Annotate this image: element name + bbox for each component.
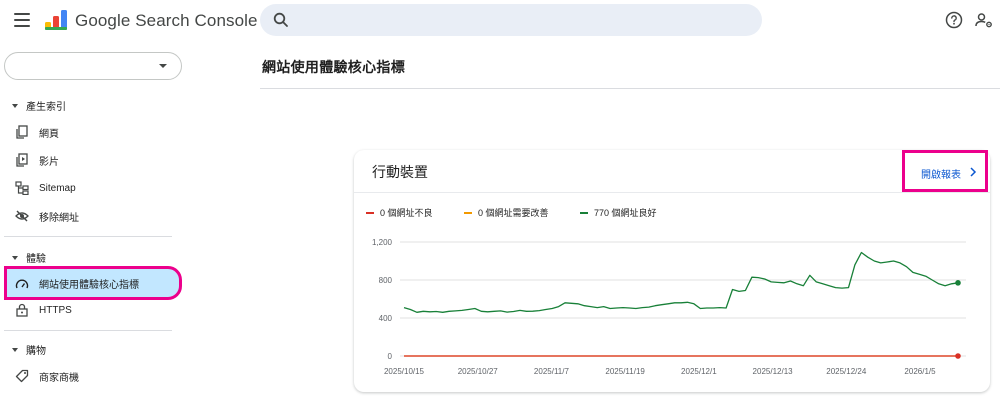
search-console-logo <box>45 10 67 30</box>
card-divider <box>354 192 990 193</box>
page-title: 網站使用體驗核心指標 <box>262 59 405 75</box>
pages-icon <box>16 125 28 139</box>
legend-label: 0 個網址不良 <box>380 208 433 218</box>
sidebar-item-label: Sitemap <box>39 182 76 194</box>
visibility-off-icon <box>15 210 29 222</box>
lock-icon <box>16 303 28 317</box>
y-tick-label: 1,200 <box>372 238 393 247</box>
legend-swatch <box>464 211 472 214</box>
series-end-point-good <box>955 280 961 286</box>
sidebar-item-https[interactable]: HTTPS <box>0 296 182 324</box>
collapse-triangle-icon <box>12 103 18 108</box>
sidebar-item-pages[interactable]: 網頁 <box>0 118 182 146</box>
x-tick-label: 2025/12/13 <box>753 367 794 376</box>
series-end-point-poor <box>955 353 961 359</box>
chevron-right-icon <box>970 167 977 177</box>
legend-item-good[interactable]: 770 個網址良好 <box>580 206 657 219</box>
x-tick-label: 2025/12/24 <box>826 367 867 376</box>
open-report-label: 開啟報表 <box>921 170 961 181</box>
collapse-triangle-icon <box>12 255 18 260</box>
sidebar-item-removals[interactable]: 移除網址 <box>0 202 182 230</box>
section-label: 體驗 <box>26 254 46 265</box>
search-bar[interactable] <box>260 4 762 36</box>
sidebar-item-videos[interactable]: 影片 <box>0 146 182 174</box>
sidebar-item-merchant-opportunities[interactable]: 商家商機 <box>0 362 182 390</box>
legend-label: 0 個網址需要改善 <box>478 208 549 218</box>
search-icon[interactable] <box>272 11 290 29</box>
sidebar-item-label: 影片 <box>39 156 59 168</box>
legend-swatch <box>580 211 588 214</box>
card-title: 行動裝置 <box>372 164 428 180</box>
tag-icon <box>15 369 29 383</box>
sidebar-divider <box>4 330 172 331</box>
help-icon[interactable] <box>944 10 964 30</box>
section-label: 購物 <box>26 346 46 357</box>
legend-label: 770 個網址良好 <box>594 208 657 218</box>
y-tick-label: 400 <box>379 314 393 323</box>
property-selector[interactable] <box>4 52 182 80</box>
section-label: 產生索引 <box>26 102 66 113</box>
legend-swatch <box>366 211 374 214</box>
sidebar-item-sitemap[interactable]: Sitemap <box>0 174 182 202</box>
top-bar: Google Search Console <box>0 0 1000 44</box>
x-tick-label: 2025/11/19 <box>605 367 645 376</box>
sitemap-icon <box>15 181 29 195</box>
app-title: Google Search Console <box>75 11 258 30</box>
x-tick-label: 2025/12/1 <box>681 367 717 376</box>
x-tick-label: 2026/1/5 <box>904 367 936 376</box>
open-report-button[interactable]: 開啟報表 <box>902 150 988 192</box>
menu-icon[interactable] <box>14 13 30 27</box>
sidebar-item-label: HTTPS <box>39 304 72 316</box>
x-tick-label: 2025/10/15 <box>384 367 425 376</box>
sidebar-divider <box>4 236 172 237</box>
dropdown-caret-icon <box>159 64 167 68</box>
speed-gauge-icon <box>15 279 29 289</box>
line-chart: 0 400 800 1,200 2025/10/15 2025/10/27 2025/11/… <box>372 238 966 376</box>
section-experience[interactable]: 體驗 <box>12 250 46 265</box>
section-shopping[interactable]: 購物 <box>12 342 46 357</box>
x-tick-label: 2025/11/7 <box>534 367 570 376</box>
video-pages-icon <box>16 153 28 167</box>
header-divider <box>260 88 1000 89</box>
manage-account-icon[interactable] <box>974 10 994 30</box>
legend-item-needs-improvement[interactable]: 0 個網址需要改善 <box>464 206 549 219</box>
x-tick-label: 2025/10/27 <box>458 367 499 376</box>
legend-item-poor[interactable]: 0 個網址不良 <box>366 206 433 219</box>
section-indexing[interactable]: 產生索引 <box>12 98 66 113</box>
sidebar-item-core-web-vitals[interactable]: 網站使用體驗核心指標 <box>4 266 182 300</box>
search-input[interactable] <box>304 10 744 30</box>
y-tick-label: 800 <box>379 276 393 285</box>
sidebar-item-label: 商家商機 <box>39 372 79 384</box>
sidebar-item-label: 網站使用體驗核心指標 <box>39 279 139 291</box>
series-line-good <box>403 251 959 313</box>
sidebar-item-label: 移除網址 <box>39 212 79 224</box>
sidebar-item-label: 網頁 <box>39 128 59 140</box>
collapse-triangle-icon <box>12 347 18 352</box>
y-tick-label: 0 <box>388 352 393 361</box>
